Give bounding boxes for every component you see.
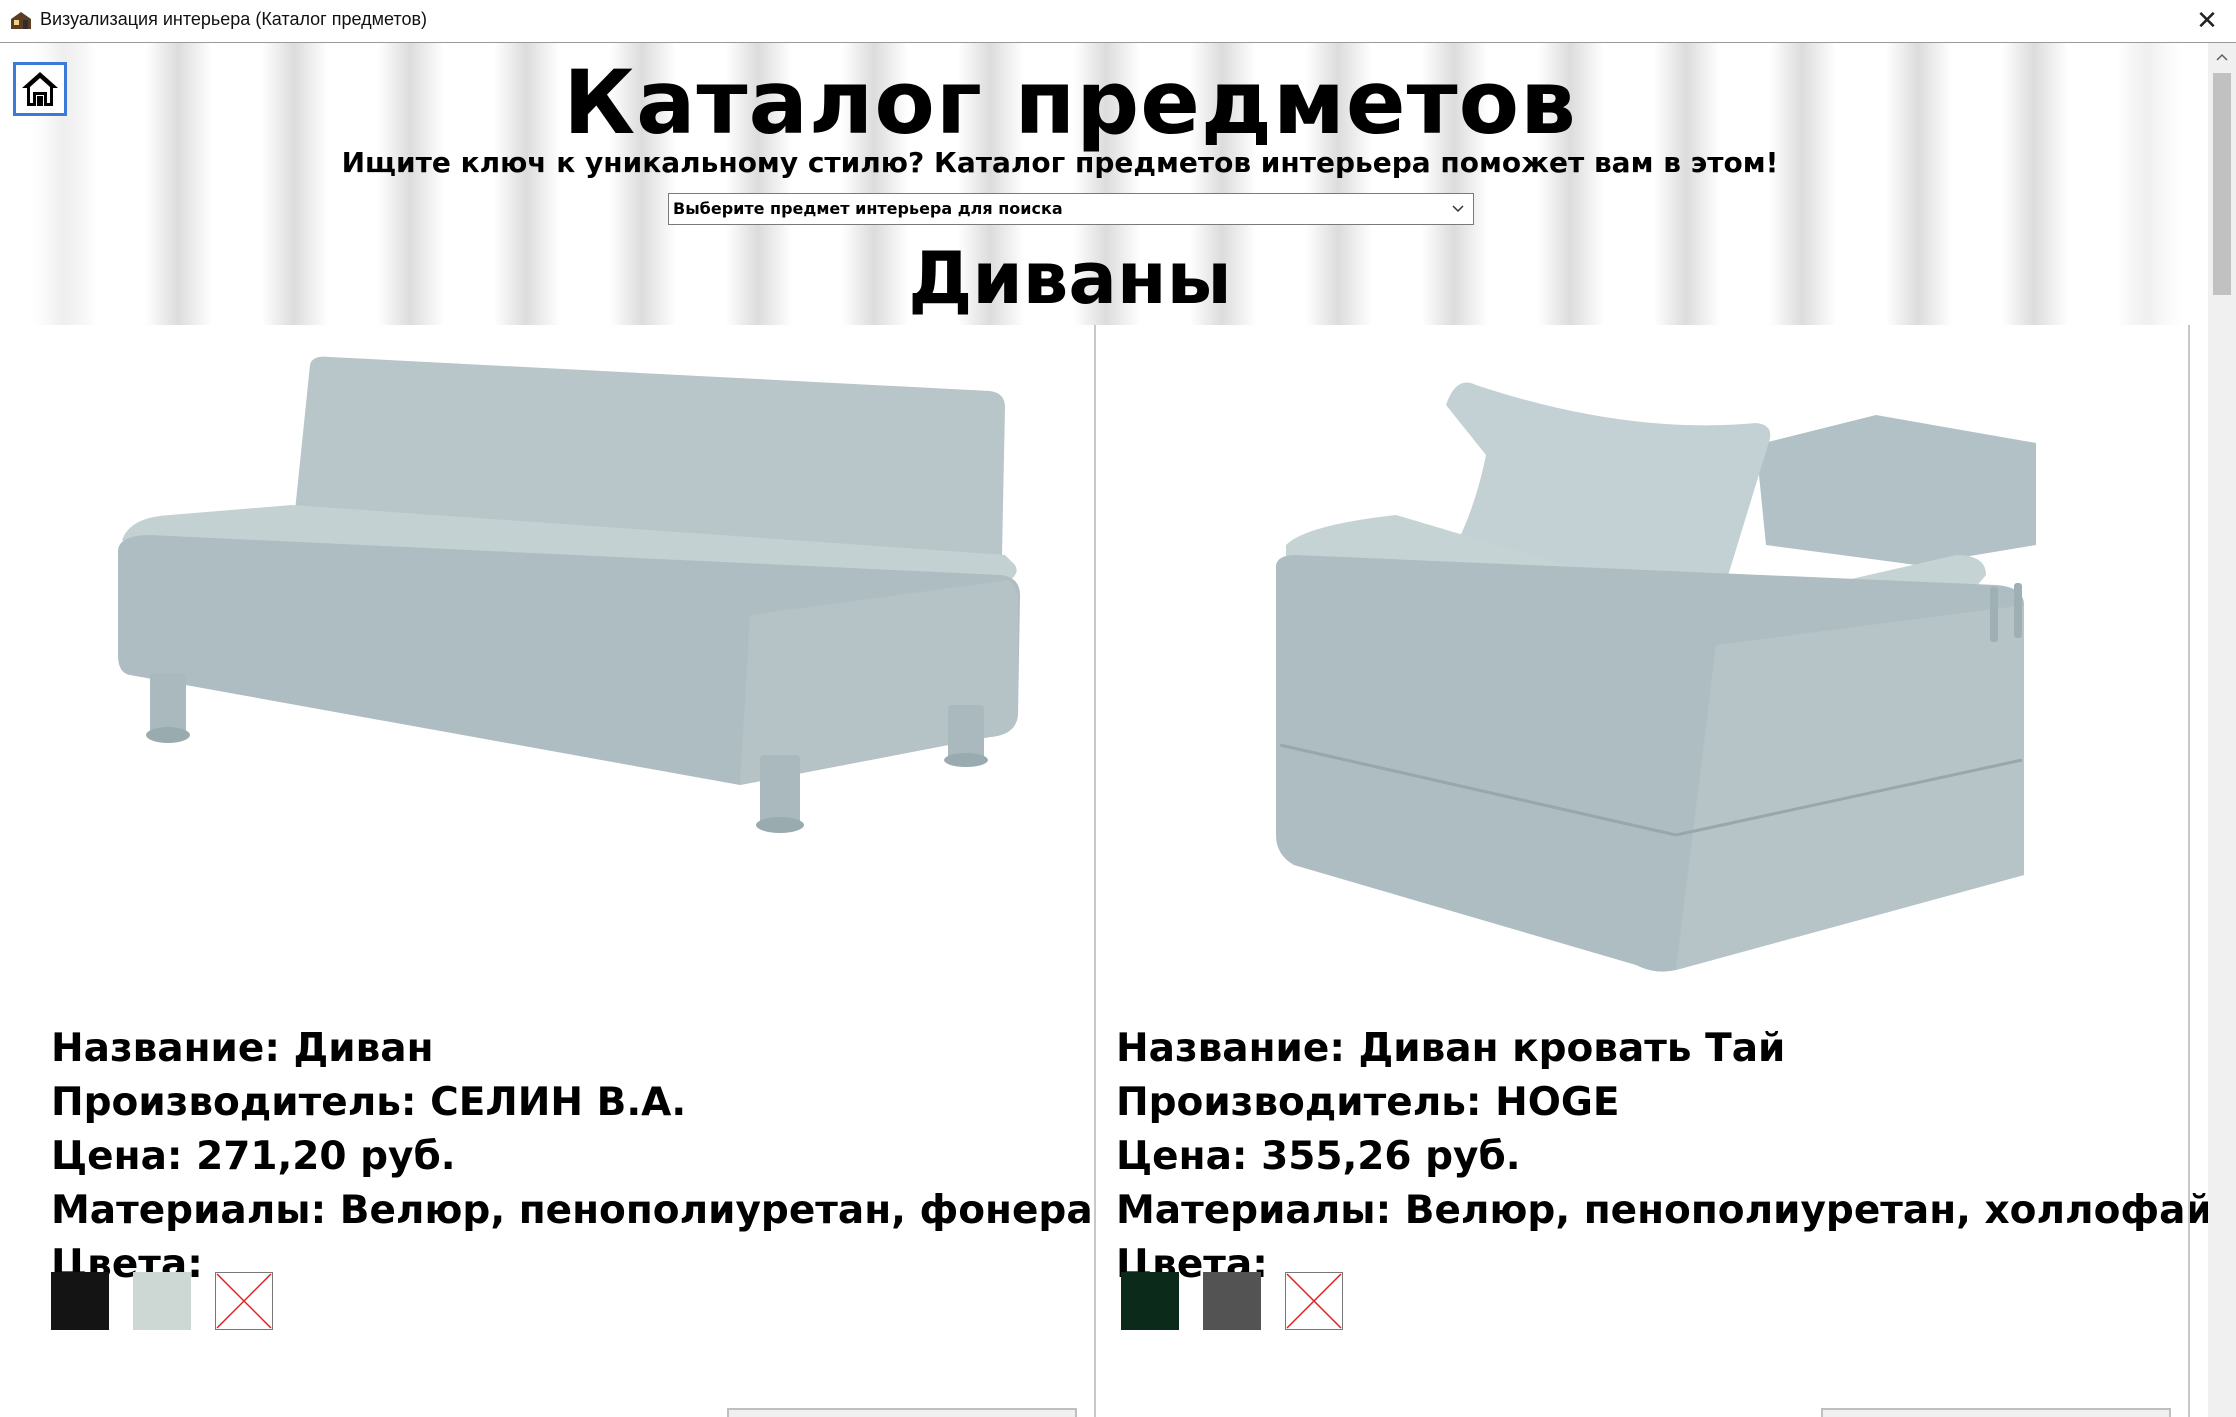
color-swatch-light-gray[interactable] — [133, 1272, 191, 1330]
close-icon: ✕ — [2196, 6, 2218, 36]
close-button[interactable]: ✕ — [2178, 0, 2236, 42]
scroll-up-button[interactable] — [2208, 43, 2236, 71]
visualize-button[interactable] — [727, 1408, 1077, 1417]
house-app-icon — [9, 10, 33, 30]
chevron-down-icon — [1452, 205, 1464, 213]
product-card: Название: Диван Производитель: СЕЛИН В.А… — [0, 325, 1093, 1417]
color-swatch-black[interactable] — [51, 1272, 109, 1330]
color-swatch-dark-green[interactable] — [1121, 1272, 1179, 1330]
visualize-button[interactable] — [1821, 1408, 2171, 1417]
page-title: Каталог предметов — [563, 51, 1577, 154]
product-price: Цена: 271,20 руб. — [51, 1134, 456, 1179]
product-maker: Производитель: HOGE — [1116, 1080, 1620, 1125]
color-swatches — [51, 1272, 297, 1330]
cross-icon — [1286, 1273, 1342, 1329]
product-maker: Производитель: СЕЛИН В.А. — [51, 1080, 687, 1125]
product-materials: Материалы: Велюр, пенополиуретан, холлоф… — [1116, 1188, 2208, 1233]
page-subtitle: Ищите ключ к уникальному стилю? Каталог … — [341, 146, 1779, 179]
sofa-image — [118, 356, 1020, 833]
card-divider — [2188, 325, 2190, 1417]
product-materials: Материалы: Велюр, пенополиуретан, фонера — [51, 1188, 1093, 1233]
product-name: Название: Диван — [51, 1026, 434, 1071]
color-swatch-none[interactable] — [1285, 1272, 1343, 1330]
select-value: Выберите предмет интерьера для поиска — [673, 199, 1063, 218]
item-type-select[interactable]: Выберите предмет интерьера для поиска — [668, 193, 1474, 225]
chevron-up-icon — [2216, 53, 2228, 61]
catalog-page: Каталог предметов Ищите ключ к уникально… — [0, 43, 2208, 1417]
product-name: Название: Диван кровать Тай — [1116, 1026, 1786, 1071]
sofa-bed-image — [1276, 382, 2036, 972]
color-swatch-dark-gray[interactable] — [1203, 1272, 1261, 1330]
color-swatches — [1121, 1272, 1367, 1330]
product-price: Цена: 355,26 руб. — [1116, 1134, 1521, 1179]
cross-icon — [216, 1273, 272, 1329]
window-titlebar: Визуализация интерьера (Каталог предмето… — [0, 0, 2236, 43]
product-info: Название: Диван Производитель: СЕЛИН В.А… — [51, 1022, 1093, 1292]
product-card: Название: Диван кровать Тай Производител… — [1096, 325, 2208, 1417]
scrollbar-thumb[interactable] — [2213, 73, 2231, 295]
vertical-scrollbar[interactable] — [2208, 43, 2236, 1417]
section-title: Диваны — [908, 236, 1232, 320]
window-title: Визуализация интерьера (Каталог предмето… — [40, 9, 428, 29]
product-info: Название: Диван кровать Тай Производител… — [1116, 1022, 2208, 1292]
color-swatch-none[interactable] — [215, 1272, 273, 1330]
